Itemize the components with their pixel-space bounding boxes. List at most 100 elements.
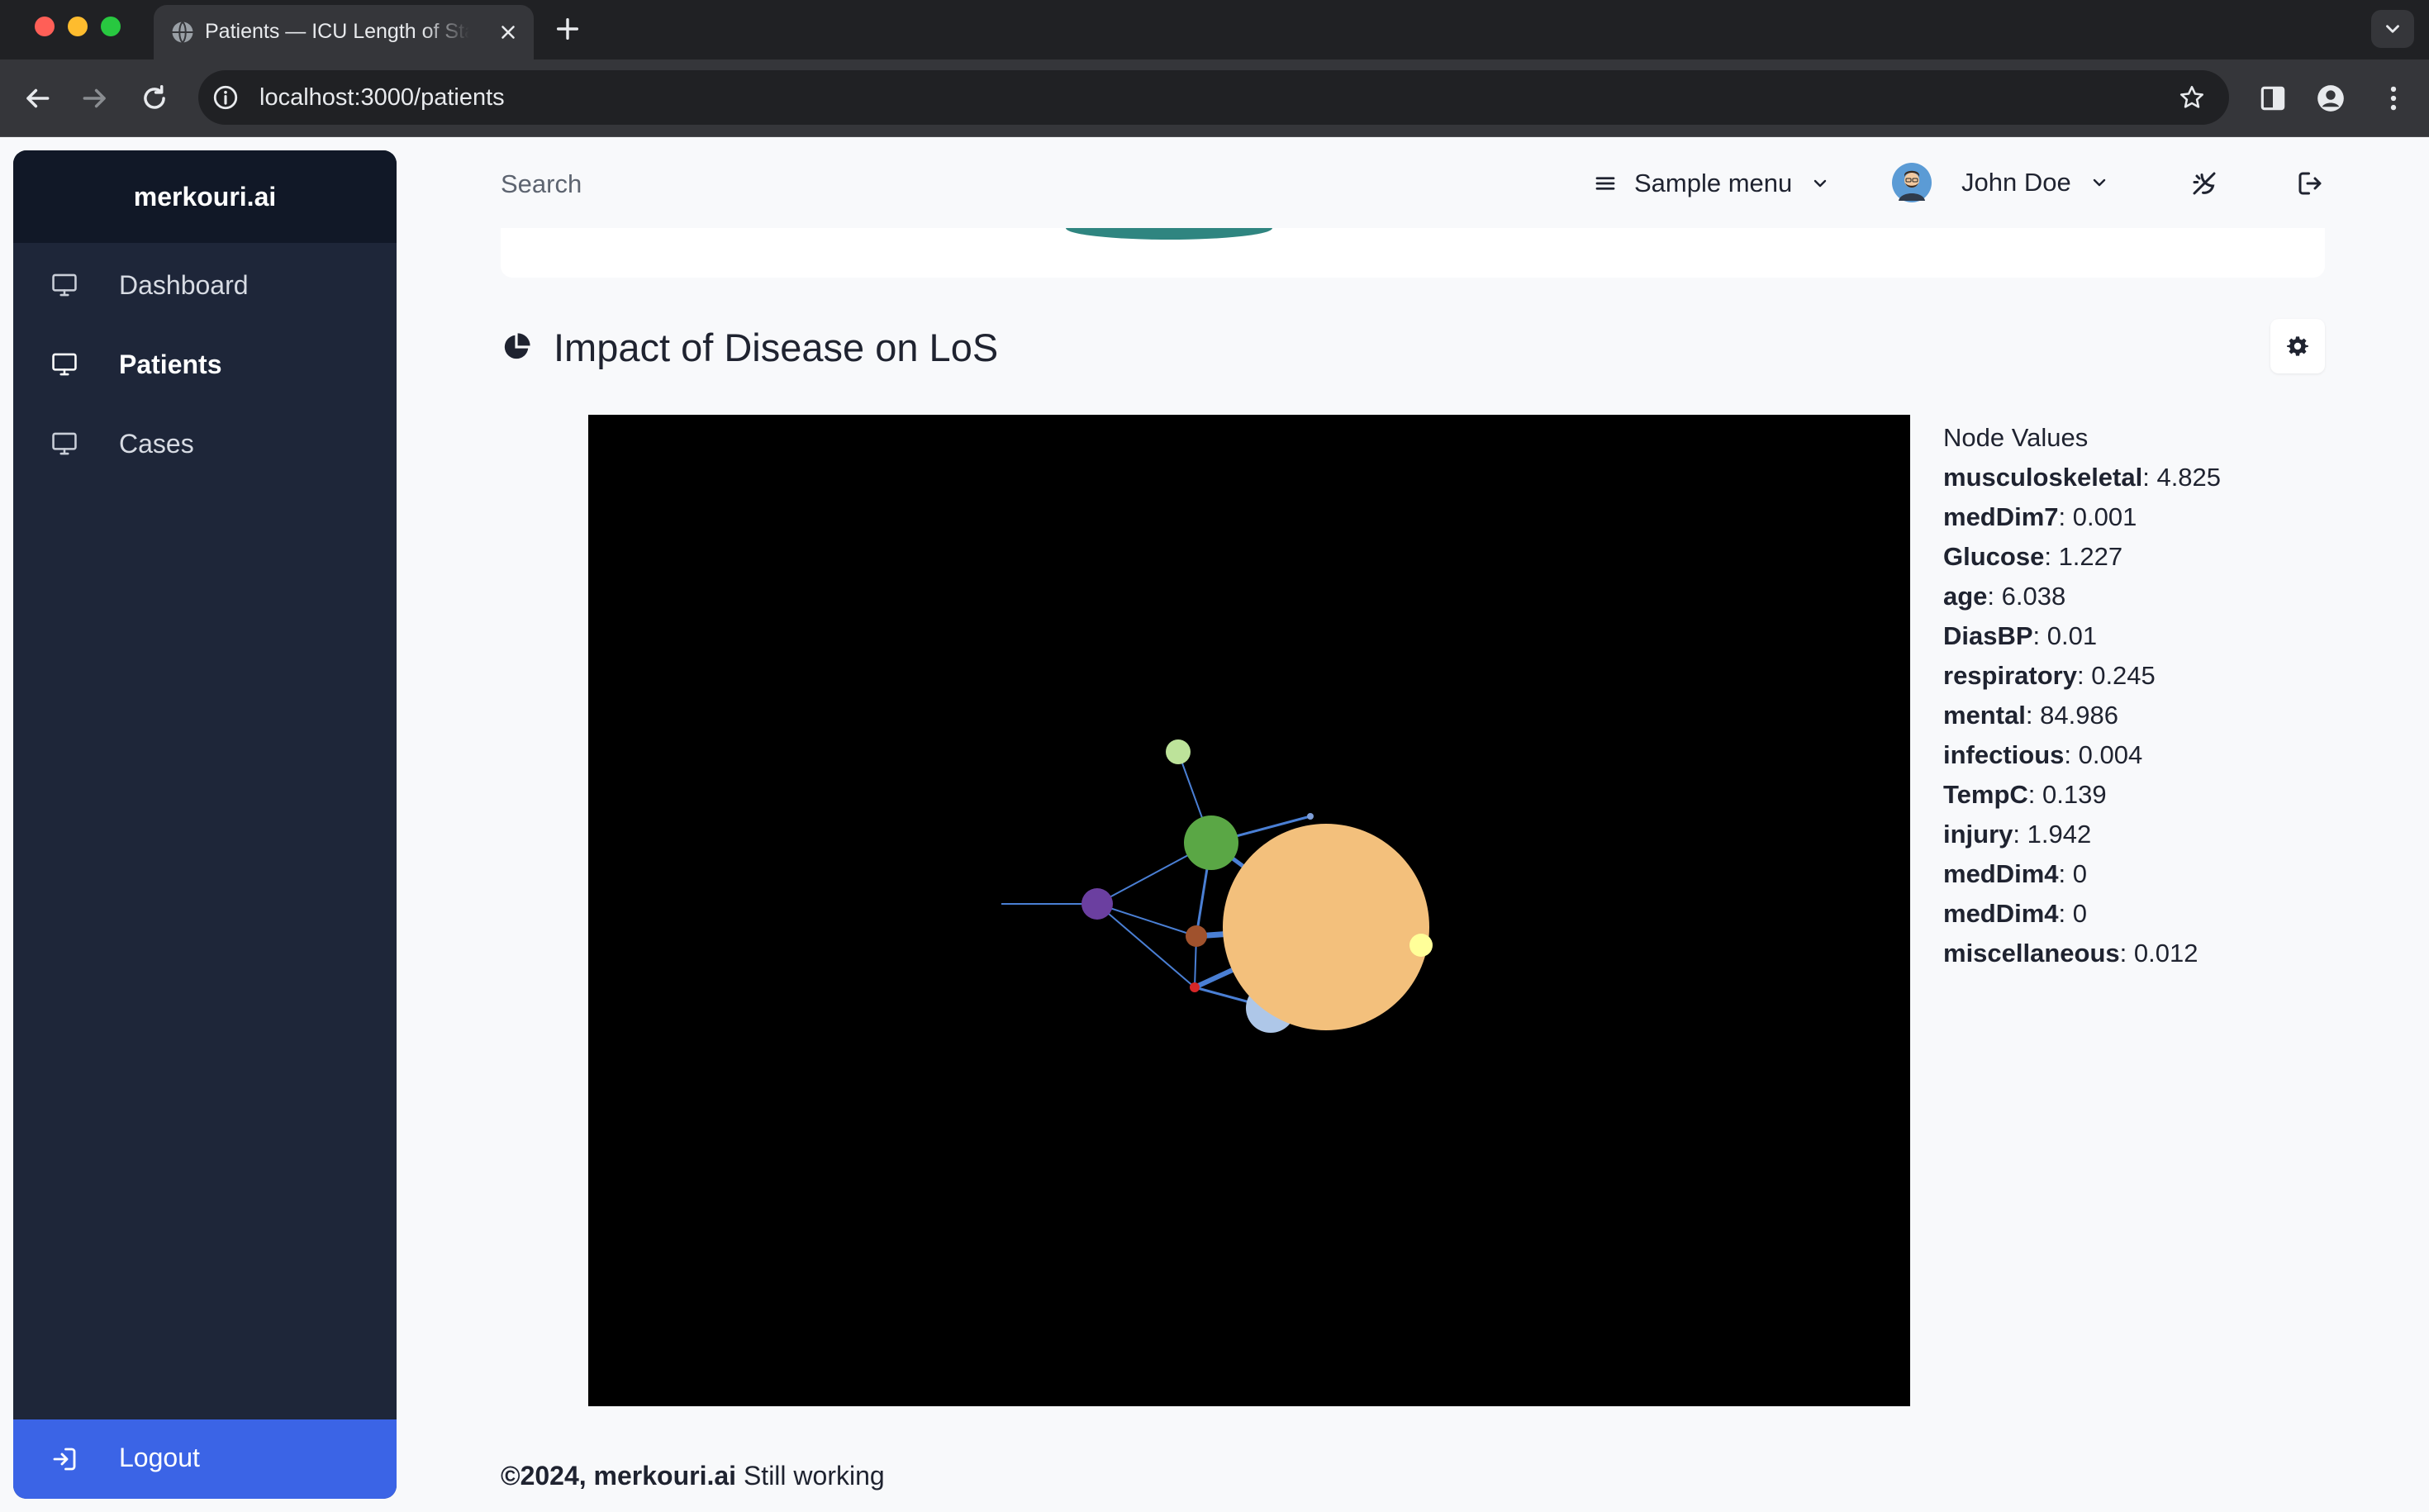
footer-copyright: ©2024, merkouri.ai <box>501 1461 737 1491</box>
window-close-button[interactable] <box>35 17 55 36</box>
logout-icon <box>53 1448 76 1471</box>
sidebar-item-label: Patients <box>119 349 222 379</box>
user-menu-button[interactable]: John Doe <box>1892 155 2109 210</box>
node-value: 84.986 <box>2040 701 2118 730</box>
graph-link <box>1096 903 1195 988</box>
brand-logo[interactable]: merkouri.ai <box>13 150 397 243</box>
bookmark-star-icon[interactable] <box>2178 83 2206 112</box>
browser-tab[interactable]: Patients — ICU Length of Stay <box>154 5 534 59</box>
section-header: Impact of Disease on LoS <box>501 322 998 372</box>
node-value: 0.139 <box>2042 780 2107 809</box>
node-name: DiasBP <box>1943 621 2033 650</box>
chevron-down-icon <box>1814 179 1827 188</box>
node-value-row: injury: 1.942 <box>1943 820 2092 849</box>
node-value-row: TempC: 0.139 <box>1943 780 2107 809</box>
section-title: Impact of Disease on LoS <box>554 325 999 369</box>
page-footer: ©2024, merkouri.ai Still working <box>501 1461 885 1491</box>
node-name: respiratory <box>1943 661 2077 690</box>
graph-node[interactable] <box>1307 813 1314 820</box>
tab-search-button[interactable] <box>2371 10 2414 48</box>
side-panel-icon[interactable] <box>2257 83 2289 114</box>
chart-settings-button[interactable] <box>2270 319 2325 373</box>
node-value-row: medDim4: 0 <box>1943 899 2088 928</box>
site-info-icon[interactable] <box>212 83 240 112</box>
monitor-icon <box>52 273 77 297</box>
node-value-row: Glucose: 1.227 <box>1943 542 2123 571</box>
reload-icon[interactable] <box>139 83 170 114</box>
new-tab-icon[interactable] <box>554 15 582 43</box>
graph-node[interactable] <box>1081 888 1113 920</box>
node-value: 0 <box>2072 899 2088 928</box>
graph-node[interactable] <box>1409 934 1433 957</box>
node-value-row: medDim4: 0 <box>1943 859 2088 888</box>
node-name: medDim4 <box>1943 899 2059 928</box>
node-value-row: DiasBP: 0.01 <box>1943 621 2098 650</box>
node-value-row: musculoskeletal: 4.825 <box>1943 463 2222 492</box>
back-icon[interactable] <box>21 83 53 114</box>
window-maximize-button[interactable] <box>101 17 121 36</box>
address-bar[interactable]: localhost:3000/patients <box>198 70 2229 125</box>
node-value-row: respiratory: 0.245 <box>1943 661 2156 690</box>
app-header: Sample menu John Doe <box>397 137 2429 230</box>
sidebar: merkouri.ai Dashboard Patients Cases Log… <box>13 150 397 1499</box>
graph-node[interactable] <box>1186 925 1207 947</box>
node-value: 4.825 <box>2156 463 2222 492</box>
node-value: 0 <box>2072 859 2088 888</box>
sample-menu-label: Sample menu <box>1634 169 1793 197</box>
node-value: 1.942 <box>2027 820 2092 849</box>
sidebar-item-cases[interactable]: Cases <box>13 411 397 476</box>
node-value-row: medDim7: 0.001 <box>1943 502 2137 531</box>
node-value: 0.012 <box>2133 939 2198 968</box>
logout-icon[interactable] <box>2295 169 2325 198</box>
window-minimize-button[interactable] <box>68 17 88 36</box>
graph-node[interactable] <box>1184 815 1238 870</box>
node-value: 0.245 <box>2091 661 2156 690</box>
search-input[interactable] <box>501 165 963 203</box>
graph-node[interactable] <box>1190 982 1200 992</box>
forward-icon[interactable] <box>79 83 111 114</box>
logout-button[interactable]: Logout <box>13 1419 397 1499</box>
node-values-heading: Node Values <box>1943 423 2089 452</box>
node-value-row: miscellaneous: 0.012 <box>1943 939 2198 968</box>
node-name: medDim7 <box>1943 502 2059 531</box>
logout-label: Logout <box>119 1443 200 1472</box>
node-name: infectious <box>1943 740 2065 769</box>
chevron-down-icon <box>2386 25 2399 33</box>
node-name: injury <box>1943 820 2013 849</box>
sidebar-item-label: Dashboard <box>119 269 249 300</box>
node-value-row: mental: 84.986 <box>1943 701 2118 730</box>
node-value-row: infectious: 0.004 <box>1943 740 2143 769</box>
close-icon[interactable] <box>497 21 519 43</box>
graph-node[interactable] <box>1166 739 1191 764</box>
url-text: localhost:3000/patients <box>259 84 505 111</box>
gear-icon <box>2287 336 2308 356</box>
sidebar-item-dashboard[interactable]: Dashboard <box>13 253 397 317</box>
node-value: 0.01 <box>2046 621 2098 650</box>
browser-toolbar: localhost:3000/patients <box>0 59 2429 137</box>
hamburger-icon <box>1595 177 1615 190</box>
profile-icon[interactable] <box>2315 83 2346 114</box>
user-name: John Doe <box>1961 168 2071 197</box>
monitor-icon <box>52 432 77 455</box>
node-name: miscellaneous <box>1943 939 2120 968</box>
tab-title: Patients — ICU Length of Stay <box>205 20 469 43</box>
sample-menu-button[interactable]: Sample menu <box>1593 160 1830 207</box>
node-name: TempC <box>1943 780 2028 809</box>
more-menu-icon[interactable] <box>2378 83 2409 114</box>
force-graph[interactable] <box>588 415 1910 1406</box>
pie-chart-icon <box>504 333 530 359</box>
browser-tab-bar: Patients — ICU Length of Stay <box>0 0 2429 59</box>
sidebar-item-label: Cases <box>119 428 194 459</box>
sidebar-item-patients[interactable]: Patients <box>13 332 397 397</box>
node-value-row: age: 6.038 <box>1943 582 2066 611</box>
force-graph-canvas[interactable] <box>588 415 1910 1406</box>
node-name: musculoskeletal <box>1943 463 2143 492</box>
graph-node[interactable] <box>1223 824 1429 1030</box>
monitor-icon <box>52 353 77 376</box>
theme-toggle-icon[interactable] <box>2189 169 2219 198</box>
chevron-down-icon <box>2093 178 2105 187</box>
node-value: 1.227 <box>2058 542 2123 571</box>
globe-icon <box>172 21 193 44</box>
node-values-panel: Node Values musculoskeletal: 4.825 medDi… <box>1943 418 2406 973</box>
node-name: medDim4 <box>1943 859 2059 888</box>
